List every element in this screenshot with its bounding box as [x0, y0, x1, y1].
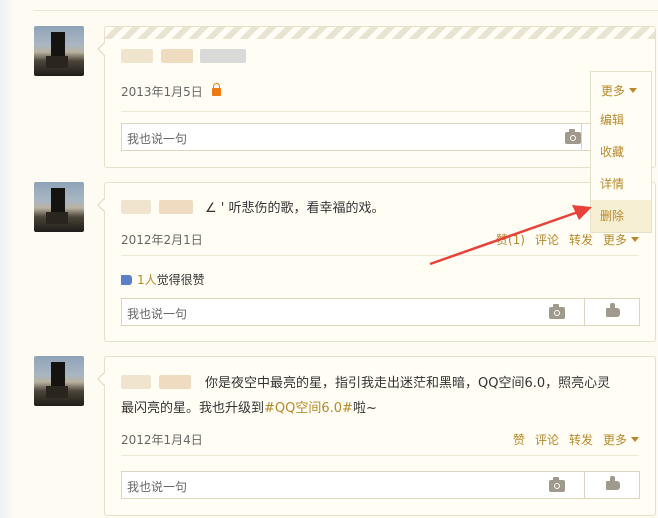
- annotation-arrow: [429, 205, 592, 266]
